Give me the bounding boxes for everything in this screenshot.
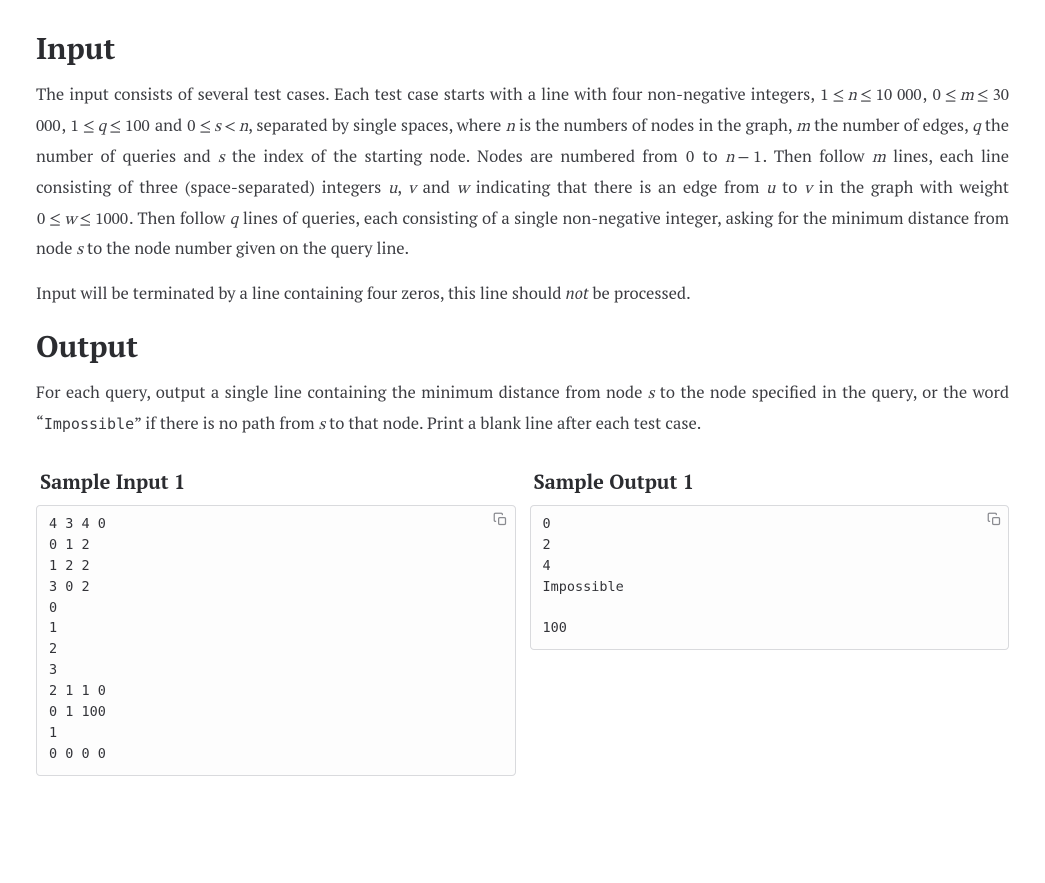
text: , bbox=[62, 114, 70, 136]
text: . Then follow bbox=[763, 145, 872, 167]
input-heading: Input bbox=[36, 28, 1009, 68]
text: The input consists of several test cases… bbox=[36, 83, 819, 105]
var-v2: v bbox=[804, 180, 812, 197]
text: , bbox=[923, 83, 932, 105]
constraint-s: 0≤s<n bbox=[186, 118, 248, 135]
zero: 0 bbox=[685, 149, 695, 166]
text: and bbox=[416, 176, 457, 198]
constraint-q: 1≤q≤100 bbox=[70, 118, 151, 135]
text: to the node number given on the query li… bbox=[83, 237, 409, 259]
output-heading: Output bbox=[36, 326, 1009, 366]
copy-button[interactable] bbox=[984, 510, 1004, 530]
text: the number of edges, bbox=[810, 114, 972, 136]
text: ” if there is no path from bbox=[134, 412, 318, 434]
text: indicating that there is an edge from bbox=[469, 176, 766, 198]
var-u: u bbox=[388, 180, 397, 197]
text: in the graph with weight bbox=[812, 176, 1009, 198]
var-m: m bbox=[796, 118, 810, 135]
output-paragraph: For each query, output a single line con… bbox=[36, 378, 1009, 440]
var-w: w bbox=[457, 180, 469, 197]
sample-input-code: 4 3 4 0 0 1 2 1 2 2 3 0 2 0 1 2 3 2 1 1 … bbox=[49, 514, 503, 765]
text: to bbox=[695, 145, 725, 167]
text: to bbox=[775, 176, 804, 198]
text: . Then follow bbox=[129, 207, 230, 229]
sample-input-col: Sample Input 1 4 3 4 0 0 1 2 1 2 2 3 0 2… bbox=[36, 454, 516, 776]
constraint-w: 0≤w≤1000 bbox=[36, 211, 129, 228]
sample-output-code: 0 2 4 Impossible 100 bbox=[543, 514, 997, 640]
input-paragraph-1: The input consists of several test cases… bbox=[36, 80, 1009, 265]
text: , separated by single spaces, where bbox=[248, 114, 505, 136]
input-paragraph-2: Input will be terminated by a line conta… bbox=[36, 279, 1009, 308]
sample-output-col: Sample Output 1 0 2 4 Impossible 100 bbox=[530, 454, 1010, 651]
sample-input-box: 4 3 4 0 0 1 2 1 2 2 3 0 2 0 1 2 3 2 1 1 … bbox=[36, 505, 516, 776]
text: to that node. Print a blank line after e… bbox=[325, 412, 701, 434]
sample-output-heading: Sample Output 1 bbox=[534, 468, 1010, 495]
n-minus-1: n−1 bbox=[725, 149, 763, 166]
text: be processed. bbox=[589, 282, 691, 304]
var-q: q bbox=[972, 118, 981, 135]
sample-row: Sample Input 1 4 3 4 0 0 1 2 1 2 2 3 0 2… bbox=[36, 454, 1009, 776]
emphasis-not: not bbox=[565, 282, 588, 304]
constraint-n: 1≤n≤10 000 bbox=[819, 87, 922, 104]
var-n: n bbox=[505, 118, 515, 135]
copy-button[interactable] bbox=[491, 510, 511, 530]
text: is the numbers of nodes in the graph, bbox=[515, 114, 796, 136]
sample-output-box: 0 2 4 Impossible 100 bbox=[530, 505, 1010, 651]
text: , bbox=[397, 176, 408, 198]
var-u2: u bbox=[766, 180, 775, 197]
text: For each query, output a single line con… bbox=[36, 381, 648, 403]
text: Input will be terminated by a line conta… bbox=[36, 282, 565, 304]
impossible-code: Impossible bbox=[44, 415, 134, 433]
copy-icon bbox=[491, 512, 511, 527]
text: the index of the starting node. Nodes ar… bbox=[225, 145, 685, 167]
var-m2: m bbox=[872, 149, 886, 166]
copy-icon bbox=[984, 512, 1004, 527]
sample-input-heading: Sample Input 1 bbox=[40, 468, 516, 495]
var-v: v bbox=[408, 180, 416, 197]
text: and bbox=[151, 114, 187, 136]
